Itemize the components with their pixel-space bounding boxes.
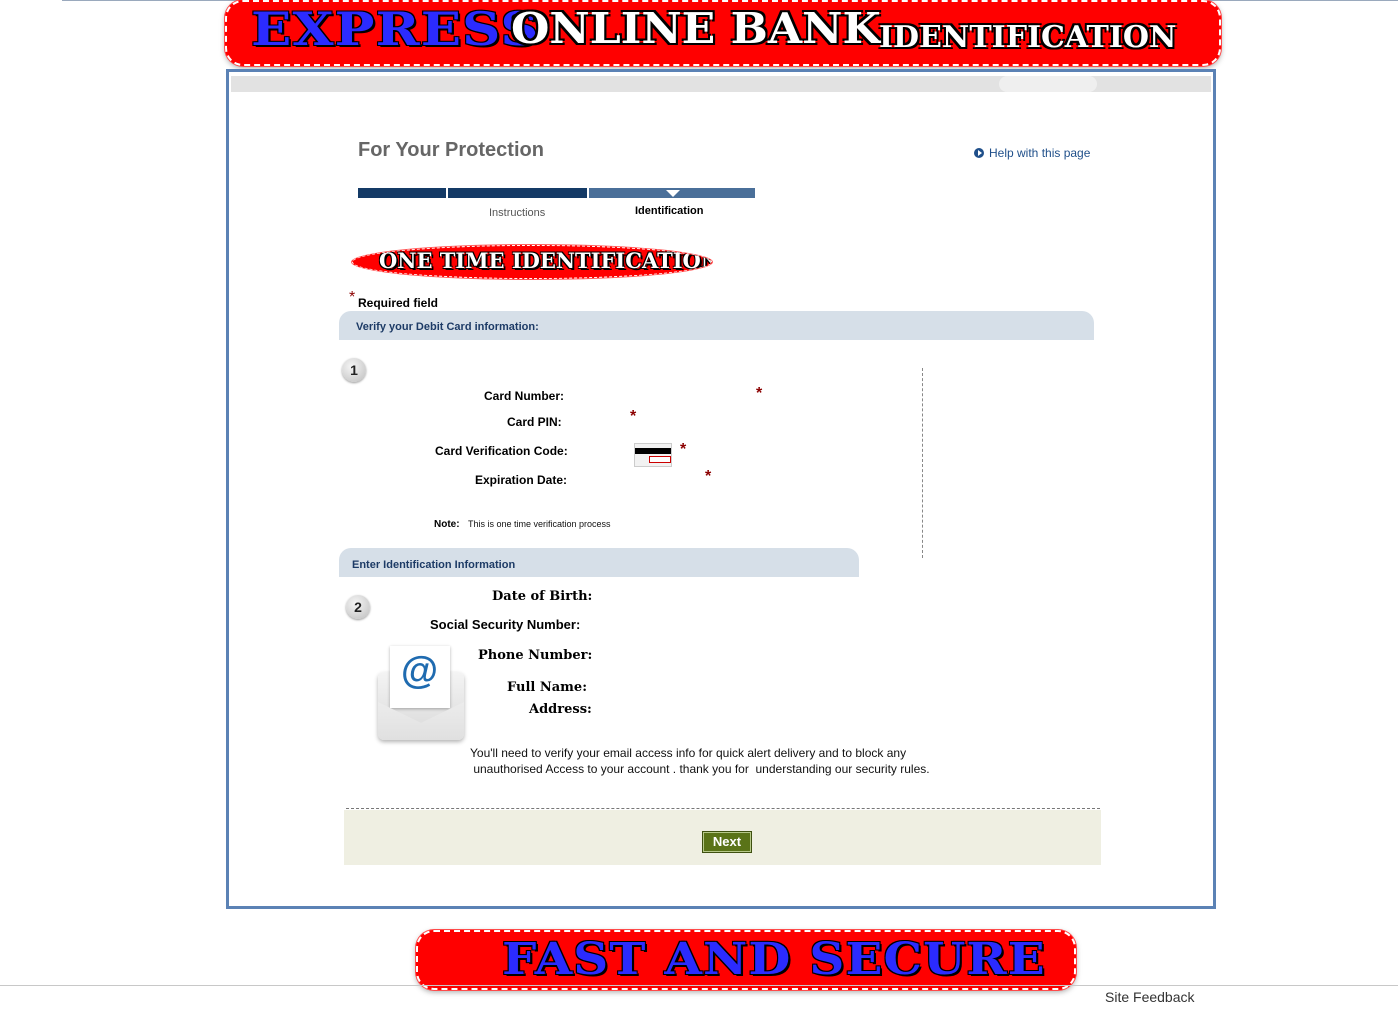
ssn-label: Social Security Number: [430,617,581,632]
banner-express-text: EXPRESS [251,2,540,56]
fast-and-secure-text: FAST AND SECURE [502,934,1046,985]
progress-step-2 [448,188,587,198]
card-pin-required-star: * [630,408,637,425]
email-message-line-2: unauthorised Access to your account . th… [470,762,930,776]
banner-identification-text: IDENTIFICATION [879,20,1177,55]
cvv-card-signature [649,456,671,463]
note-label: Note: [434,519,460,530]
frame-top-pill [999,76,1097,92]
card-pin-label: Card PIN: [507,415,562,429]
email-envelope-icon: @ [372,646,468,768]
header-banner: EXPRESS ONLINE BANK IDENTIFICATION [225,0,1221,66]
card-verification-code-label: Card Verification Code: [435,444,568,458]
section-header-identification-label: Enter Identification Information [352,559,516,571]
section-header-identification: Enter Identification Information [339,548,859,577]
section-header-debit-card-label: Verify your Debit Card information: [356,321,539,333]
vertical-divider [922,368,923,558]
full-name-label: Full Name: [507,680,587,695]
progress-step-1 [358,188,446,198]
expiration-date-label: Expiration Date: [475,473,568,487]
play-circle-icon [974,148,984,158]
cvv-card-magstrip [635,448,671,454]
help-link-label: Help with this page [989,146,1091,160]
footer-banner: FAST AND SECURE [416,930,1076,990]
at-sign-icon: @ [401,650,439,692]
bottom-rule [0,985,1398,986]
step-number-badge-1: 1 [342,358,366,382]
address-label: Address: [529,702,592,717]
site-feedback-link[interactable]: Site Feedback [1105,989,1195,1005]
one-time-identification-banner: ONE TIME IDENTIFICATION [352,245,712,279]
next-button[interactable]: Next [702,831,752,853]
expiration-required-star: * [705,468,712,485]
cvv-card-icon [634,443,672,467]
card-number-required-star: * [756,385,763,402]
email-message-line-1: You'll need to verify your email access … [470,746,907,760]
phone-number-label: Phone Number: [478,648,593,663]
help-link[interactable]: Help with this page [974,146,1090,160]
step-number-badge-2: 2 [346,595,370,619]
progress-label-instructions: Instructions [489,207,546,219]
page-title: For Your Protection [358,139,544,161]
section-header-debit-card: Verify your Debit Card information: [339,311,1094,340]
date-of-birth-label: Date of Birth: [492,589,593,604]
note-text: This is one time verification process [468,519,611,529]
required-field-label: Required field [358,296,439,310]
horizontal-divider [346,808,1100,809]
current-step-arrow-icon [666,190,680,197]
progress-label-identification: Identification [635,205,704,217]
one-time-identification-text: ONE TIME IDENTIFICATION [379,248,712,273]
card-number-label: Card Number: [484,389,565,403]
email-verification-message: You'll need to verify your email access … [470,745,950,777]
banner-online-bank-text: ONLINE BANK [511,4,881,53]
required-star: * [349,289,356,306]
cvv-required-star: * [680,441,687,458]
